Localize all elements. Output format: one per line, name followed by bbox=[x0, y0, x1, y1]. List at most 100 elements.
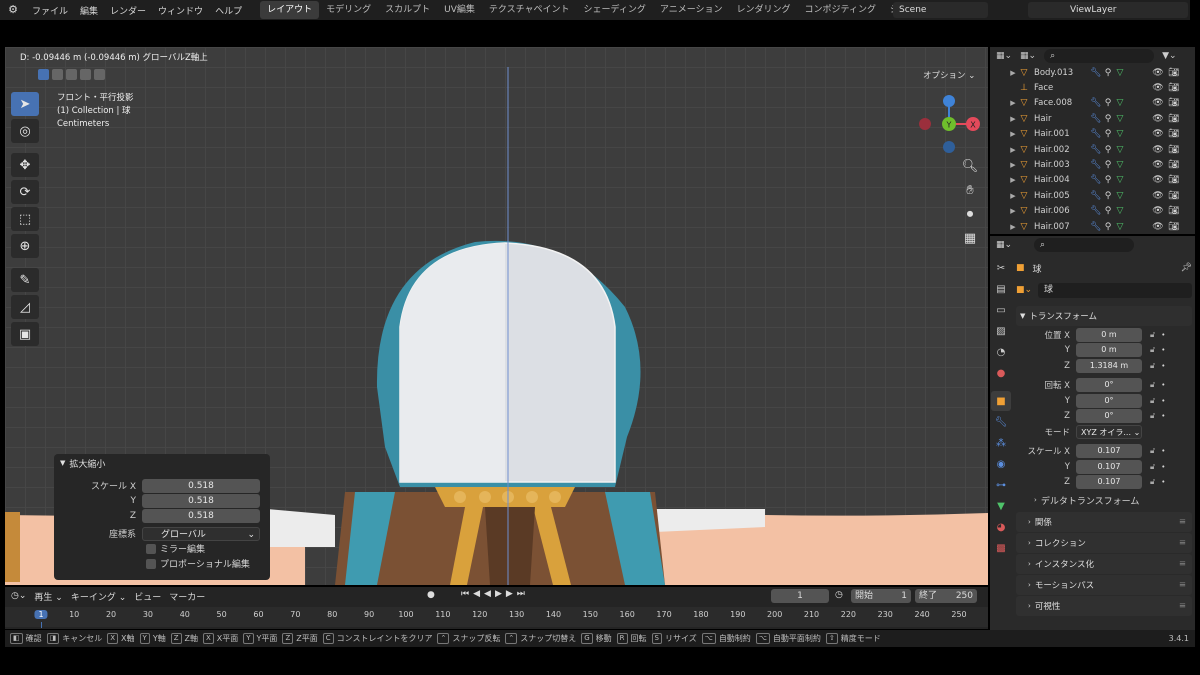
armature-icon[interactable]: ⚲ bbox=[1102, 114, 1114, 124]
outliner-row[interactable]: ▶ ▽ Hair.004 🔧︎ ⚲ ▽ 👁︎ 📷︎ bbox=[1008, 173, 1195, 188]
pan-hand-icon[interactable]: ✋︎ bbox=[959, 179, 981, 201]
menu-edit[interactable]: 編集 bbox=[74, 4, 104, 17]
modifier-icon[interactable]: 🔧︎ bbox=[1090, 68, 1102, 78]
constraints-tab-icon[interactable]: ⊶ bbox=[991, 475, 1011, 495]
outliner-row[interactable]: ▶ ▽ Hair 🔧︎ ⚲ ▽ 👁︎ 📷︎ bbox=[1008, 111, 1195, 126]
measure-tool-icon[interactable]: ◿ bbox=[11, 295, 39, 319]
proportional-checkbox[interactable] bbox=[146, 558, 156, 569]
properties-section-header[interactable]: › インスタンス化 ≡ bbox=[1016, 554, 1192, 574]
armature-icon[interactable]: ⚲ bbox=[1102, 222, 1114, 232]
redo-panel-header[interactable]: ▼ 拡大縮小 bbox=[54, 454, 270, 472]
data-tab-icon[interactable]: ▼ bbox=[991, 496, 1011, 516]
mesh-data-icon[interactable]: ▽ bbox=[1114, 114, 1126, 124]
expand-arrow-icon[interactable]: ▶ bbox=[1008, 146, 1018, 154]
render-camera-icon[interactable]: 📷︎ bbox=[1168, 160, 1180, 170]
scale-x-field[interactable]: 0.107 bbox=[1076, 444, 1142, 459]
outliner-row[interactable]: ▶ ▽ Body.013 🔧︎ ⚲ ▽ 👁︎ 📷︎ bbox=[1008, 65, 1195, 80]
mesh-data-icon[interactable]: ▽ bbox=[1114, 191, 1126, 201]
tab-uv-editing[interactable]: UV編集 bbox=[437, 1, 482, 19]
cursor-tool-icon[interactable]: ◎ bbox=[11, 119, 39, 143]
texture-tab-icon[interactable]: ▩ bbox=[991, 538, 1011, 558]
options-dropdown[interactable]: オプション ⌄ bbox=[923, 69, 975, 81]
object-browse-icon[interactable]: ■⌄ bbox=[1016, 285, 1038, 295]
properties-section-header[interactable]: › 可視性 ≡ bbox=[1016, 596, 1192, 616]
delta-transform-header[interactable]: › デルタトランスフォーム bbox=[1016, 490, 1192, 510]
playhead-line[interactable] bbox=[41, 622, 42, 628]
scale-z-field[interactable]: 0.107 bbox=[1076, 475, 1142, 490]
armature-icon[interactable]: ⚲ bbox=[1102, 145, 1114, 155]
physics-tab-icon[interactable]: ◉ bbox=[991, 454, 1011, 474]
armature-icon[interactable]: ⚲ bbox=[1102, 129, 1114, 139]
render-camera-icon[interactable]: 📷︎ bbox=[1168, 145, 1180, 155]
rotation-z-field[interactable]: 0° bbox=[1076, 409, 1142, 424]
tool-tab-icon[interactable]: ✂ bbox=[991, 258, 1011, 278]
grid-view-icon[interactable]: ▦ bbox=[959, 227, 981, 249]
properties-section-header[interactable]: › 関係 ≡ bbox=[1016, 512, 1192, 532]
location-z-field[interactable]: 1.3184 m bbox=[1076, 358, 1142, 373]
select-tool-icon[interactable]: ➤ bbox=[11, 92, 39, 116]
visibility-eye-icon[interactable]: 👁︎ bbox=[1152, 129, 1164, 139]
scale-x-field[interactable]: 0.518 bbox=[142, 478, 260, 493]
scale-y-field[interactable]: 0.518 bbox=[142, 493, 260, 508]
render-camera-icon[interactable]: 📷︎ bbox=[1168, 222, 1180, 232]
material-tab-icon[interactable]: ◕ bbox=[991, 517, 1011, 537]
visibility-eye-icon[interactable]: 👁︎ bbox=[1152, 175, 1164, 185]
render-camera-icon[interactable]: 📷︎ bbox=[1168, 98, 1180, 108]
add-cube-tool-icon[interactable]: ▣ bbox=[11, 322, 39, 346]
tab-compositing[interactable]: コンポジティング bbox=[798, 1, 883, 19]
lock-icon[interactable]: 🔓︎ bbox=[1150, 330, 1155, 340]
mesh-data-icon[interactable]: ▽ bbox=[1114, 145, 1126, 155]
expand-arrow-icon[interactable]: ▶ bbox=[1008, 161, 1018, 169]
visibility-eye-icon[interactable]: 👁︎ bbox=[1152, 68, 1164, 78]
marker-menu[interactable]: マーカー bbox=[169, 590, 205, 603]
scene-selector[interactable]: Scene bbox=[893, 2, 988, 18]
world-tab-icon[interactable]: ● bbox=[991, 363, 1011, 383]
current-frame-field[interactable]: 1 bbox=[771, 589, 829, 603]
render-camera-icon[interactable]: 📷︎ bbox=[1168, 114, 1180, 124]
rotation-y-field[interactable]: 0° bbox=[1076, 393, 1142, 408]
annotate-tool-icon[interactable]: ✎ bbox=[11, 268, 39, 292]
keyframe-dot-icon[interactable]: • bbox=[1161, 463, 1165, 471]
expand-arrow-icon[interactable]: ▶ bbox=[1008, 207, 1018, 215]
transform-panel-header[interactable]: ▼ トランスフォーム bbox=[1016, 306, 1192, 326]
playback-controls[interactable]: ⏮◀◀▶▶⏭ bbox=[461, 589, 529, 599]
drag-handle-icon[interactable]: ≡ bbox=[1179, 601, 1186, 611]
lock-icon[interactable]: 🔓︎ bbox=[1150, 462, 1155, 472]
lock-icon[interactable]: 🔓︎ bbox=[1150, 446, 1155, 456]
mesh-data-icon[interactable]: ▽ bbox=[1114, 68, 1126, 78]
lock-icon[interactable]: 🔓︎ bbox=[1150, 361, 1155, 371]
modifier-icon[interactable]: 🔧︎ bbox=[1090, 98, 1102, 108]
properties-section-header[interactable]: › モーションパス ≡ bbox=[1016, 575, 1192, 595]
select-invert-icon[interactable] bbox=[80, 69, 91, 80]
location-x-field[interactable]: 0 m bbox=[1076, 327, 1142, 342]
drag-handle-icon[interactable]: ≡ bbox=[1179, 580, 1186, 590]
object-name-field[interactable]: 球 bbox=[1038, 282, 1192, 298]
tab-animation[interactable]: アニメーション bbox=[653, 1, 730, 19]
modifier-icon[interactable]: 🔧︎ bbox=[1090, 206, 1102, 216]
tab-sculpt[interactable]: スカルプト bbox=[378, 1, 437, 19]
scene-tab-icon[interactable]: ◔ bbox=[991, 342, 1011, 362]
particles-tab-icon[interactable]: ⁂ bbox=[991, 433, 1011, 453]
menu-help[interactable]: ヘルプ bbox=[209, 4, 248, 17]
scale-y-field[interactable]: 0.107 bbox=[1076, 459, 1142, 474]
select-subtract-icon[interactable] bbox=[66, 69, 77, 80]
tab-rendering[interactable]: レンダリング bbox=[730, 1, 798, 19]
transform-tool-icon[interactable]: ⊕ bbox=[11, 234, 39, 258]
display-mode-icon[interactable]: ▦⌄ bbox=[996, 51, 1012, 61]
expand-arrow-icon[interactable]: ▶ bbox=[1008, 223, 1018, 231]
menu-window[interactable]: ウィンドウ bbox=[152, 4, 209, 17]
armature-icon[interactable]: ⚲ bbox=[1102, 175, 1114, 185]
keyframe-dot-icon[interactable]: • bbox=[1161, 381, 1165, 389]
object-tab-icon[interactable]: ■ bbox=[991, 391, 1011, 411]
outliner-row[interactable]: ⊥ Face 👁︎ 📷︎ bbox=[1008, 80, 1195, 95]
end-frame-field[interactable]: 終了 250 bbox=[915, 589, 977, 603]
lock-icon[interactable]: 🔓︎ bbox=[1150, 477, 1155, 487]
modifier-icon[interactable]: 🔧︎ bbox=[1090, 191, 1102, 201]
lock-icon[interactable]: 🔓︎ bbox=[1150, 396, 1155, 406]
filter-icon[interactable]: ▼⌄ bbox=[1162, 51, 1176, 61]
outliner-row[interactable]: ▶ ▽ Hair.006 🔧︎ ⚲ ▽ 👁︎ 📷︎ bbox=[1008, 204, 1195, 219]
mesh-data-icon[interactable]: ▽ bbox=[1114, 129, 1126, 139]
expand-arrow-icon[interactable]: ▶ bbox=[1008, 176, 1018, 184]
keyframe-dot-icon[interactable]: • bbox=[1161, 331, 1165, 339]
modifier-icon[interactable]: 🔧︎ bbox=[1090, 129, 1102, 139]
